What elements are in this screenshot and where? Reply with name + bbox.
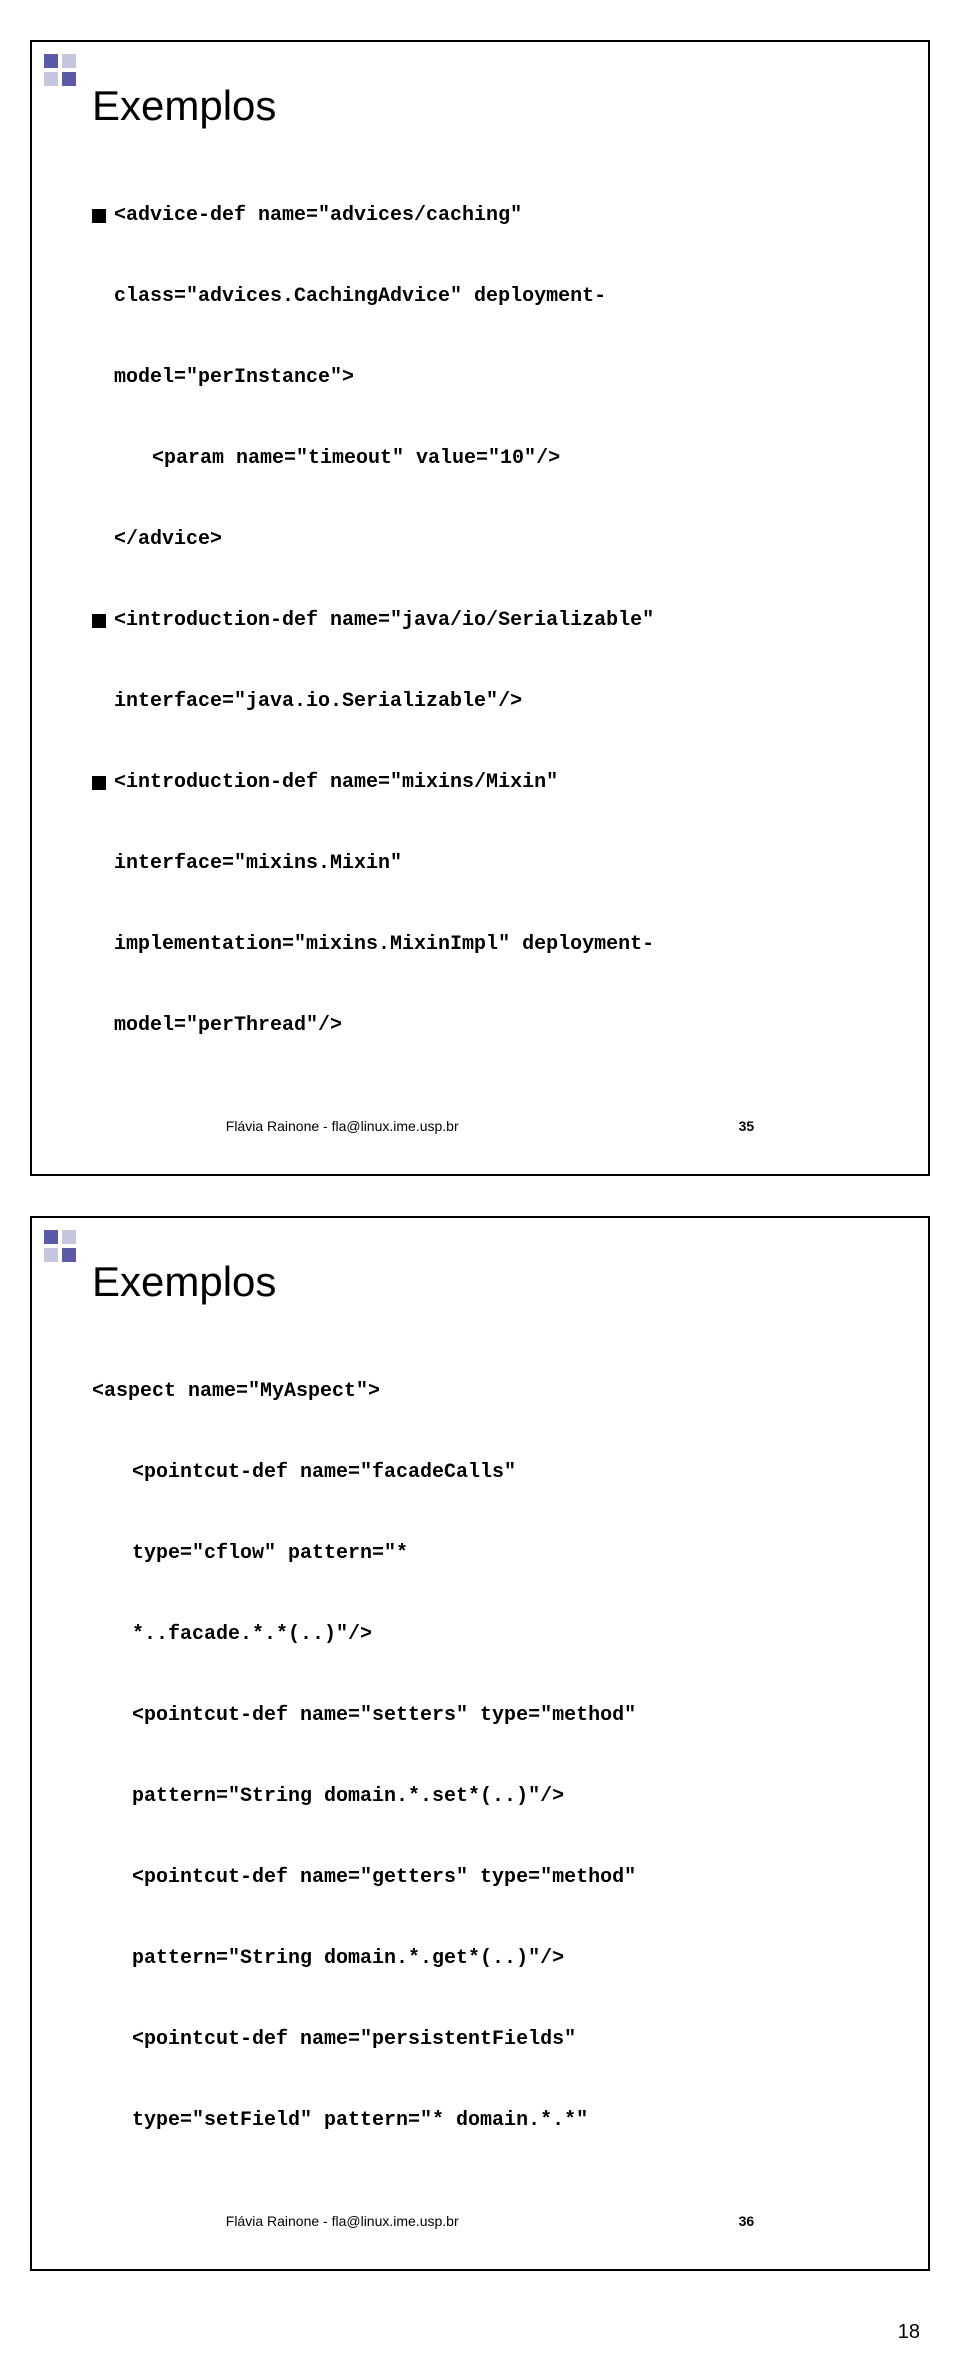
bullet-icon (92, 776, 106, 790)
code-example: <aspect name="MyAspect"> <pointcut-def n… (92, 1324, 888, 2188)
slide-corner-decoration (44, 54, 94, 104)
code-line: type="cflow" pattern="* (132, 1542, 408, 1565)
code-line: pattern="String domain.*.set*(..)"/> (132, 1785, 564, 1808)
code-line: model="perInstance"> (114, 366, 354, 389)
code-line: *..facade.*.*(..)"/> (132, 1623, 372, 1646)
footer-slide-number: 36 (739, 2213, 755, 2229)
code-line: implementation="mixins.MixinImpl" deploy… (114, 933, 654, 956)
code-line: <introduction-def name="mixins/Mixin" (114, 769, 558, 796)
code-line: pattern="String domain.*.get*(..)"/> (132, 1947, 564, 1970)
code-line: <advice-def name="advices/caching" (114, 202, 522, 229)
slide-title: Exemplos (92, 82, 888, 130)
code-line: <aspect name="MyAspect"> (92, 1380, 380, 1403)
code-line: <pointcut-def name="setters" type="metho… (132, 1704, 636, 1727)
footer-slide-number: 35 (739, 1118, 755, 1134)
slide-footer: Flávia Rainone - fla@linux.ime.usp.br 35 (92, 1118, 888, 1144)
code-line: class="advices.CachingAdvice" deployment… (114, 285, 606, 308)
code-example: <advice-def name="advices/caching" class… (92, 148, 888, 1093)
footer-author: Flávia Rainone - fla@linux.ime.usp.br (226, 1118, 459, 1134)
slide-2: Exemplos <aspect name="MyAspect"> <point… (30, 1216, 930, 2271)
slide-title: Exemplos (92, 1258, 888, 1306)
code-line: interface="java.io.Serializable"/> (114, 690, 522, 713)
bullet-icon (92, 614, 106, 628)
code-line: interface="mixins.Mixin" (114, 852, 402, 875)
code-line: </advice> (114, 528, 222, 551)
code-line: <pointcut-def name="persistentFields" (132, 2028, 576, 2051)
page-number: 18 (0, 2311, 960, 2364)
slide-1: Exemplos <advice-def name="advices/cachi… (30, 40, 930, 1176)
code-line: type="setField" pattern="* domain.*.*" (132, 2109, 588, 2132)
slide-footer: Flávia Rainone - fla@linux.ime.usp.br 36 (92, 2213, 888, 2239)
bullet-icon (92, 209, 106, 223)
footer-author: Flávia Rainone - fla@linux.ime.usp.br (226, 2213, 459, 2229)
code-line: <pointcut-def name="facadeCalls" (132, 1461, 516, 1484)
slide-corner-decoration (44, 1230, 94, 1280)
code-line: <param name="timeout" value="10"/> (152, 447, 560, 470)
code-line: <introduction-def name="java/io/Serializ… (114, 607, 654, 634)
code-line: <pointcut-def name="getters" type="metho… (132, 1866, 636, 1889)
code-line: model="perThread"/> (114, 1014, 342, 1037)
